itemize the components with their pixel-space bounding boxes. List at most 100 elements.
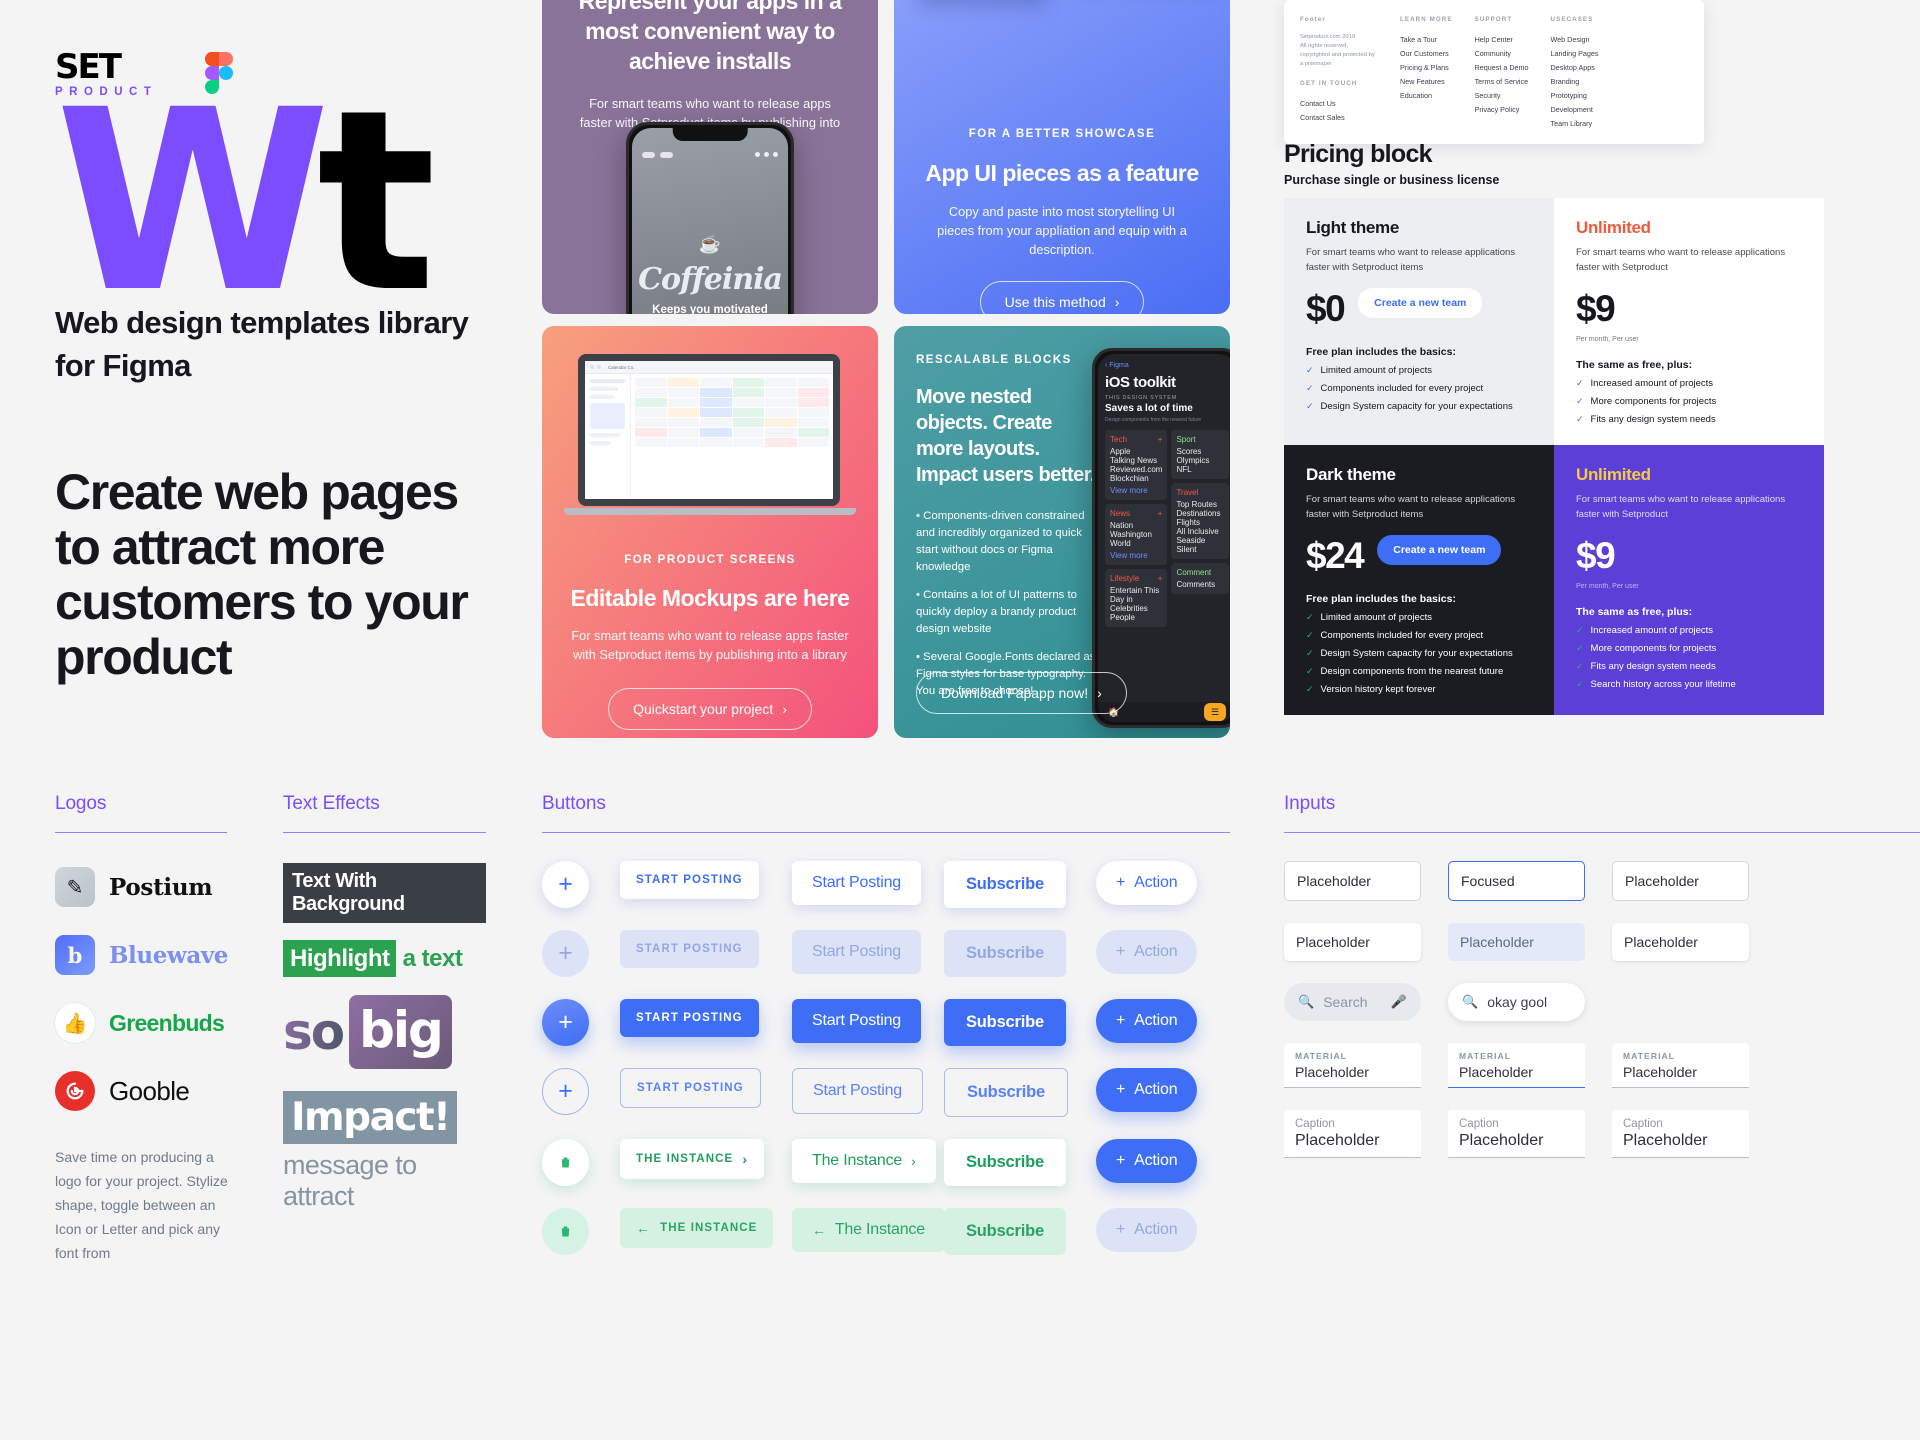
- placeholder-input-flat[interactable]: Placeholder: [1284, 923, 1421, 961]
- effect-highlight-rest: a text: [402, 945, 463, 972]
- pricing-plan-unlimited-purple: Unlimited For smart teams who want to re…: [1554, 445, 1824, 715]
- action-button[interactable]: + Action: [1096, 1139, 1198, 1183]
- action-button[interactable]: + Action: [1096, 1068, 1198, 1112]
- footer-link[interactable]: Pricing & Plans: [1400, 61, 1453, 75]
- placeholder-input-soft[interactable]: Placeholder: [1448, 923, 1585, 961]
- subscribe-button[interactable]: Subscribe: [944, 930, 1066, 977]
- action-button[interactable]: + Action: [1096, 999, 1198, 1043]
- placeholder-input[interactable]: Placeholder: [1612, 861, 1749, 901]
- pricing-row-light: Light theme For smart teams who want to …: [1284, 198, 1920, 445]
- subscribe-button[interactable]: Subscribe: [944, 1139, 1066, 1186]
- footer-link[interactable]: Help Center: [1475, 33, 1529, 47]
- subscribe-button[interactable]: Subscribe: [944, 999, 1066, 1046]
- setproduct-logo: SET PRODUCT: [55, 50, 167, 98]
- footer-link[interactable]: Contact Sales: [1300, 111, 1378, 125]
- ios-view-more[interactable]: View more: [1110, 486, 1162, 495]
- placeholder-input[interactable]: Placeholder: [1284, 861, 1421, 901]
- footer-link[interactable]: Contact Us: [1300, 97, 1378, 111]
- footer-link[interactable]: New Features: [1400, 75, 1453, 89]
- the-instance-button[interactable]: ← THE INSTANCE: [620, 1208, 774, 1248]
- pricing-plan-light: Light theme For smart teams who want to …: [1284, 198, 1554, 445]
- placeholder-input-flat[interactable]: Placeholder: [1612, 923, 1749, 961]
- material-input-focused[interactable]: MATERIAL Placeholder: [1448, 1043, 1585, 1088]
- action-button[interactable]: + Action: [1096, 1208, 1198, 1252]
- search-input[interactable]: 🔍 Search 🎤: [1284, 983, 1421, 1021]
- ios-column-card: Comment Comments: [1171, 563, 1229, 594]
- coffee-cup-icon: ☕: [698, 234, 722, 254]
- material-label: MATERIAL: [1295, 1051, 1348, 1061]
- start-posting-button[interactable]: START POSTING: [620, 999, 759, 1037]
- delete-fab-white[interactable]: [542, 1139, 589, 1186]
- start-posting-button[interactable]: START POSTING: [620, 861, 759, 899]
- focused-input[interactable]: Focused: [1448, 861, 1585, 901]
- the-instance-label: The Instance: [812, 1152, 903, 1169]
- the-instance-button[interactable]: The Instance ›: [792, 1139, 936, 1183]
- action-button[interactable]: + Action: [1096, 930, 1198, 974]
- the-instance-button[interactable]: ← The Instance: [792, 1208, 945, 1252]
- caption-input[interactable]: Caption Placeholder: [1284, 1110, 1421, 1158]
- quickstart-button[interactable]: Quickstart your project ›: [608, 688, 812, 730]
- add-fab-white[interactable]: +: [542, 861, 589, 908]
- trash-icon: [561, 1226, 570, 1237]
- inputs-section: Inputs Placeholder Focused Placeholder P…: [1284, 793, 1920, 1158]
- phone-back-link[interactable]: ‹ Figma: [1105, 362, 1229, 369]
- poster-canvas: SET PRODUCT Wt Web design templates libr…: [0, 0, 1920, 1440]
- layers-icon[interactable]: ☰: [1204, 703, 1226, 721]
- start-posting-button[interactable]: START POSTING: [620, 1068, 761, 1108]
- action-label: Action: [1134, 1152, 1178, 1169]
- add-fab-outline[interactable]: +: [542, 1068, 589, 1115]
- start-posting-button[interactable]: Start Posting: [792, 999, 922, 1043]
- plus-icon: +: [558, 939, 573, 967]
- plan-feature: ✓ More components for projects: [1576, 643, 1717, 654]
- subscribe-button[interactable]: Subscribe: [944, 861, 1066, 908]
- the-instance-button[interactable]: THE INSTANCE ›: [620, 1139, 765, 1179]
- footer-link[interactable]: Privacy Policy: [1475, 103, 1529, 117]
- list-item[interactable]: b Bluewave: [55, 935, 228, 975]
- subscribe-button[interactable]: Subscribe: [944, 1208, 1066, 1255]
- start-posting-button[interactable]: Start Posting: [792, 930, 922, 974]
- material-input[interactable]: MATERIAL Placeholder: [1612, 1043, 1749, 1088]
- plan-feature: ✓ Components included for every project: [1306, 630, 1484, 641]
- ios-item: Olympics: [1176, 456, 1210, 465]
- caption-input[interactable]: Caption Placeholder: [1612, 1110, 1749, 1158]
- check-icon: ✓: [1576, 396, 1584, 406]
- start-posting-button[interactable]: Start Posting: [792, 1068, 924, 1114]
- footer-link[interactable]: Prototyping: [1551, 89, 1599, 103]
- add-fab-filled[interactable]: +: [542, 999, 589, 1046]
- microphone-icon[interactable]: 🎤: [1391, 994, 1407, 1010]
- footer-link[interactable]: Branding: [1551, 75, 1599, 89]
- footer-link[interactable]: Web Design: [1551, 33, 1599, 47]
- footer-link[interactable]: Landing Pages: [1551, 47, 1599, 61]
- add-fab-soft[interactable]: +: [542, 930, 589, 977]
- action-button[interactable]: + Action: [1096, 861, 1198, 905]
- footer-link[interactable]: Development: [1551, 103, 1599, 117]
- list-item[interactable]: ✎ Postium: [55, 867, 227, 907]
- footer-link[interactable]: Education: [1400, 89, 1453, 103]
- list-item[interactable]: 👍 Greenbuds: [55, 1003, 227, 1043]
- start-posting-button[interactable]: Start Posting: [792, 861, 922, 905]
- search-input-filled[interactable]: 🔍 okay gool: [1448, 983, 1585, 1021]
- footer-link[interactable]: Take a Tour: [1400, 33, 1453, 47]
- footer-link[interactable]: Desktop Apps: [1551, 61, 1599, 75]
- plan-name: Light theme: [1306, 218, 1400, 237]
- footer-link[interactable]: Security: [1475, 89, 1529, 103]
- ios-view-more[interactable]: View more: [1110, 551, 1162, 560]
- create-team-button[interactable]: Create a new team: [1358, 287, 1483, 318]
- footer-link[interactable]: Team Library: [1551, 117, 1599, 131]
- subscribe-button[interactable]: Subscribe: [944, 1068, 1068, 1117]
- plan-price: $9: [1576, 535, 1616, 576]
- start-posting-button[interactable]: START POSTING: [620, 930, 759, 968]
- download-fapapp-button[interactable]: Download Fapapp now! ›: [916, 672, 1127, 714]
- use-this-method-button[interactable]: Use this method ›: [979, 281, 1145, 314]
- material-input[interactable]: MATERIAL Placeholder: [1284, 1043, 1421, 1088]
- footer-link[interactable]: Request a Demo: [1475, 61, 1529, 75]
- card-title: Editable Mockups are here: [570, 585, 850, 611]
- caption-input[interactable]: Caption Placeholder: [1448, 1110, 1585, 1158]
- footer-link[interactable]: Terms of Service: [1475, 75, 1529, 89]
- footer-link[interactable]: Community: [1475, 47, 1529, 61]
- create-team-button[interactable]: Create a new team: [1377, 534, 1502, 565]
- footer-link[interactable]: Our Customers: [1400, 47, 1453, 61]
- delete-fab-soft[interactable]: [542, 1208, 589, 1255]
- card-bullet: • Components-driven constrained and incr…: [916, 510, 1085, 573]
- list-item[interactable]: Gooble: [55, 1071, 227, 1111]
